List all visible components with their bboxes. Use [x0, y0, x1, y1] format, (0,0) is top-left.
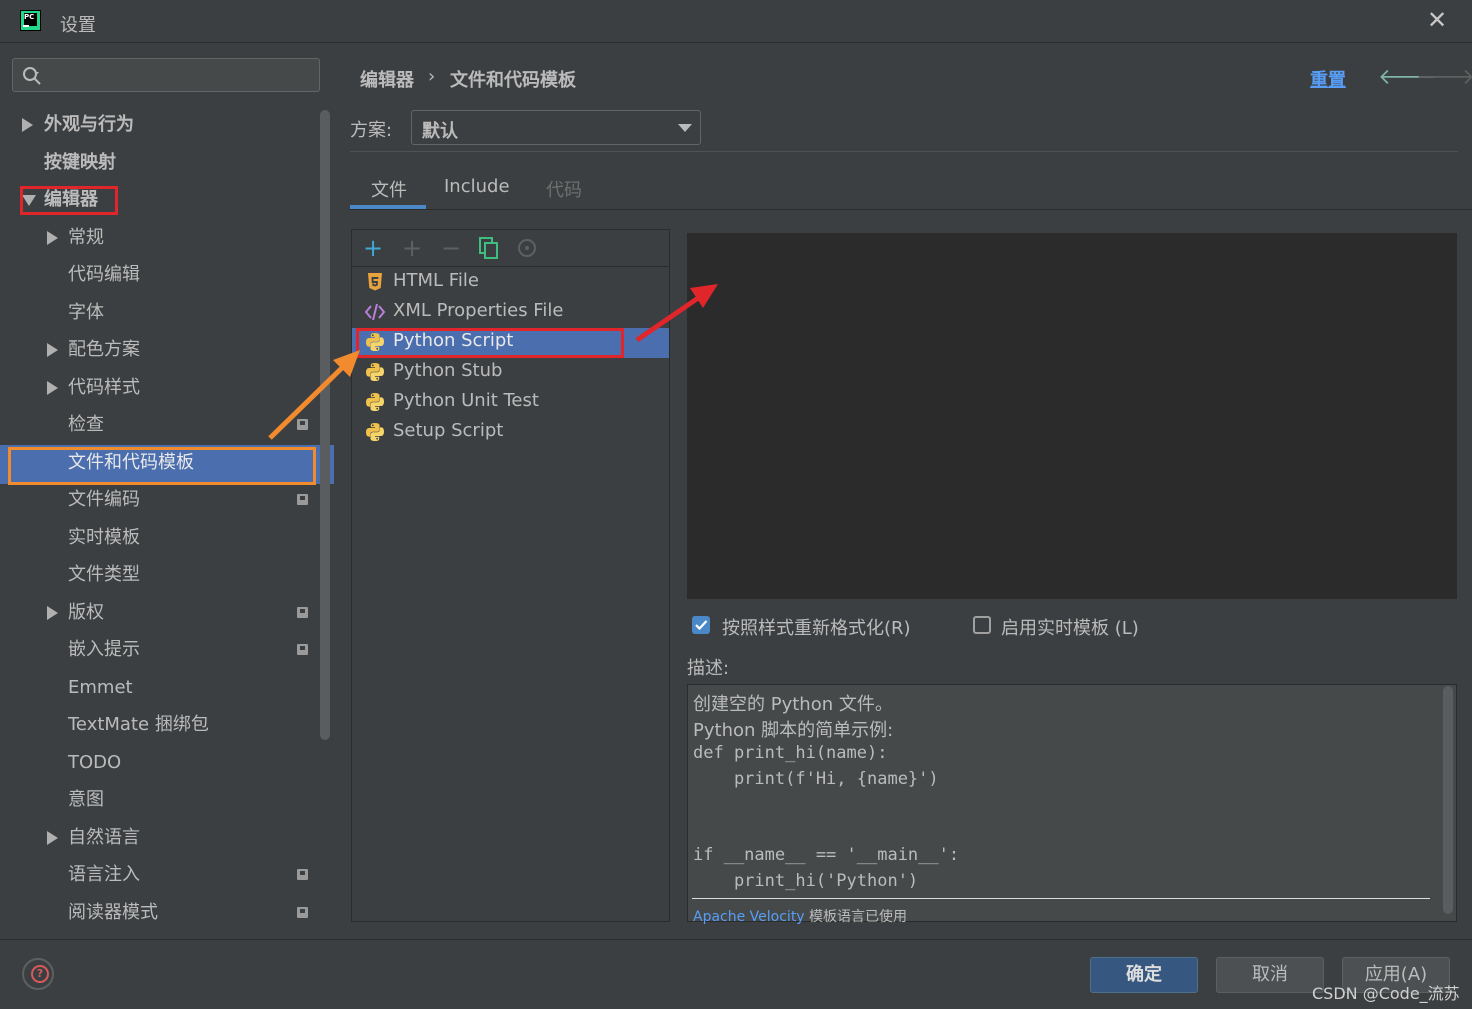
sidebar-item[interactable]: 意图	[68, 782, 104, 818]
reset-link[interactable]: 重置	[1310, 66, 1346, 92]
sidebar-item[interactable]: 自然语言	[68, 820, 140, 856]
sidebar-item[interactable]: 配色方案	[68, 332, 140, 368]
cancel-button[interactable]: 取消	[1216, 957, 1324, 993]
expand-arrow-icon[interactable]	[47, 343, 58, 357]
xml-icon	[365, 303, 385, 321]
template-list-item[interactable]: HTML File	[352, 268, 669, 298]
add-template-icon[interactable]: +	[363, 235, 383, 261]
python-icon	[366, 393, 384, 411]
project-scope-icon	[297, 869, 308, 880]
sidebar-item[interactable]: 版权	[68, 595, 104, 631]
sidebar-item[interactable]: TextMate 捆绑包	[68, 707, 209, 743]
live-templates-checkbox[interactable]	[973, 616, 991, 634]
scheme-label: 方案:	[350, 120, 393, 141]
pycharm-logo-icon: PC	[20, 10, 41, 31]
annotation-red-box	[20, 186, 118, 215]
template-name: HTML File	[393, 270, 479, 291]
template-toolbar	[352, 230, 669, 267]
help-button[interactable]: ?	[22, 958, 54, 990]
description-text: Python 脚本的简单示例:	[693, 720, 894, 741]
expand-arrow-icon[interactable]	[47, 381, 58, 395]
html5-icon	[368, 273, 382, 291]
description-code-line: print_hi('Python')	[693, 871, 919, 891]
divider	[692, 898, 1430, 899]
reset-template-icon[interactable]	[516, 237, 538, 259]
project-scope-icon	[297, 907, 308, 918]
velocity-link[interactable]: Apache Velocity	[693, 909, 805, 925]
sidebar-scrollbar[interactable]	[320, 110, 330, 740]
copy-template-icon[interactable]	[478, 236, 500, 260]
breadcrumb-current: 文件和代码模板	[450, 70, 576, 91]
reformat-checkbox[interactable]	[692, 616, 710, 634]
python-icon	[366, 363, 384, 381]
live-templates-checkbox-label[interactable]: 启用实时模板 (L)	[1001, 614, 1139, 640]
sidebar-item[interactable]: 按键映射	[44, 145, 116, 181]
add-child-template-icon[interactable]: +	[402, 235, 422, 261]
template-list-item[interactable]: Python Stub	[352, 358, 669, 388]
sidebar-item[interactable]: TODO	[68, 745, 121, 781]
sidebar-item[interactable]: 代码样式	[68, 370, 140, 406]
sidebar-item[interactable]: 实时模板	[68, 520, 140, 556]
sidebar-item[interactable]: Emmet	[68, 670, 133, 706]
title-bar	[0, 0, 1472, 43]
sidebar-item[interactable]: 外观与行为	[44, 107, 134, 143]
expand-arrow-icon[interactable]	[47, 231, 58, 245]
annotation-red-box	[356, 328, 624, 358]
tab-include[interactable]: Include	[444, 176, 510, 197]
description-text: 创建空的 Python 文件。	[693, 694, 893, 715]
template-name: Setup Script	[393, 420, 504, 441]
reformat-checkbox-label[interactable]: 按照样式重新格式化(R)	[722, 614, 911, 640]
ok-button[interactable]: 确定	[1090, 957, 1198, 993]
template-name: Python Unit Test	[393, 390, 539, 411]
remove-template-icon[interactable]: −	[441, 235, 461, 261]
close-icon[interactable]: ✕	[1425, 8, 1449, 32]
sidebar-item[interactable]: 字体	[68, 295, 104, 331]
project-scope-icon	[297, 494, 308, 505]
window-title: 设置	[60, 15, 96, 36]
tab-code[interactable]: 代码	[546, 176, 582, 202]
sidebar-item[interactable]: 文件类型	[68, 557, 140, 593]
breadcrumb-separator: ›	[428, 66, 436, 87]
expand-arrow-icon[interactable]	[47, 606, 58, 620]
description-label: 描述:	[687, 658, 730, 679]
search-icon	[23, 67, 41, 85]
python-icon	[366, 423, 384, 441]
breadcrumb-parent[interactable]: 编辑器	[360, 66, 414, 92]
template-code-editor[interactable]	[687, 233, 1457, 599]
divider	[350, 209, 1472, 210]
template-name: Python Stub	[393, 360, 503, 381]
divider	[0, 939, 1472, 940]
annotation-orange-box	[8, 447, 316, 485]
divider	[350, 151, 1458, 152]
description-code-line: def print_hi(name):	[693, 743, 888, 763]
description-footer: Apache Velocity 模板语言已使用	[693, 906, 907, 926]
help-icon: ?	[31, 965, 49, 983]
sidebar-item[interactable]: 常规	[68, 220, 104, 256]
sidebar-item[interactable]: 文件编码	[68, 482, 140, 518]
template-list-item[interactable]: Python Unit Test	[352, 388, 669, 418]
project-scope-icon	[297, 419, 308, 430]
sidebar-item[interactable]: 语言注入	[68, 857, 140, 893]
sidebar-item[interactable]: 嵌入提示	[68, 632, 140, 668]
project-scope-icon	[297, 607, 308, 618]
chevron-down-icon	[678, 124, 692, 132]
forward-arrow-icon[interactable]: 🡒	[1416, 64, 1472, 90]
sidebar-item[interactable]: 代码编辑	[68, 257, 140, 293]
template-list-item[interactable]: Setup Script	[352, 418, 669, 448]
project-scope-icon	[297, 644, 308, 655]
scheme-value: 默认	[422, 121, 458, 142]
description-code-line: if __name__ == '__main__':	[693, 845, 960, 865]
tab-files[interactable]: 文件	[371, 176, 407, 202]
description-footer-text: 模板语言已使用	[804, 909, 908, 925]
expand-arrow-icon[interactable]	[22, 118, 33, 132]
watermark: CSDN @Code_流苏	[1312, 984, 1460, 1003]
sidebar-item[interactable]: 阅读器模式	[68, 895, 158, 931]
description-code-line: print(f'Hi, {name}')	[693, 769, 939, 789]
template-name: XML Properties File	[393, 300, 564, 321]
expand-arrow-icon[interactable]	[47, 831, 58, 845]
sidebar-item[interactable]: 检查	[68, 407, 104, 443]
template-list-item[interactable]: XML Properties File	[352, 298, 669, 328]
description-scrollbar[interactable]	[1443, 686, 1453, 914]
search-input[interactable]	[12, 58, 320, 92]
